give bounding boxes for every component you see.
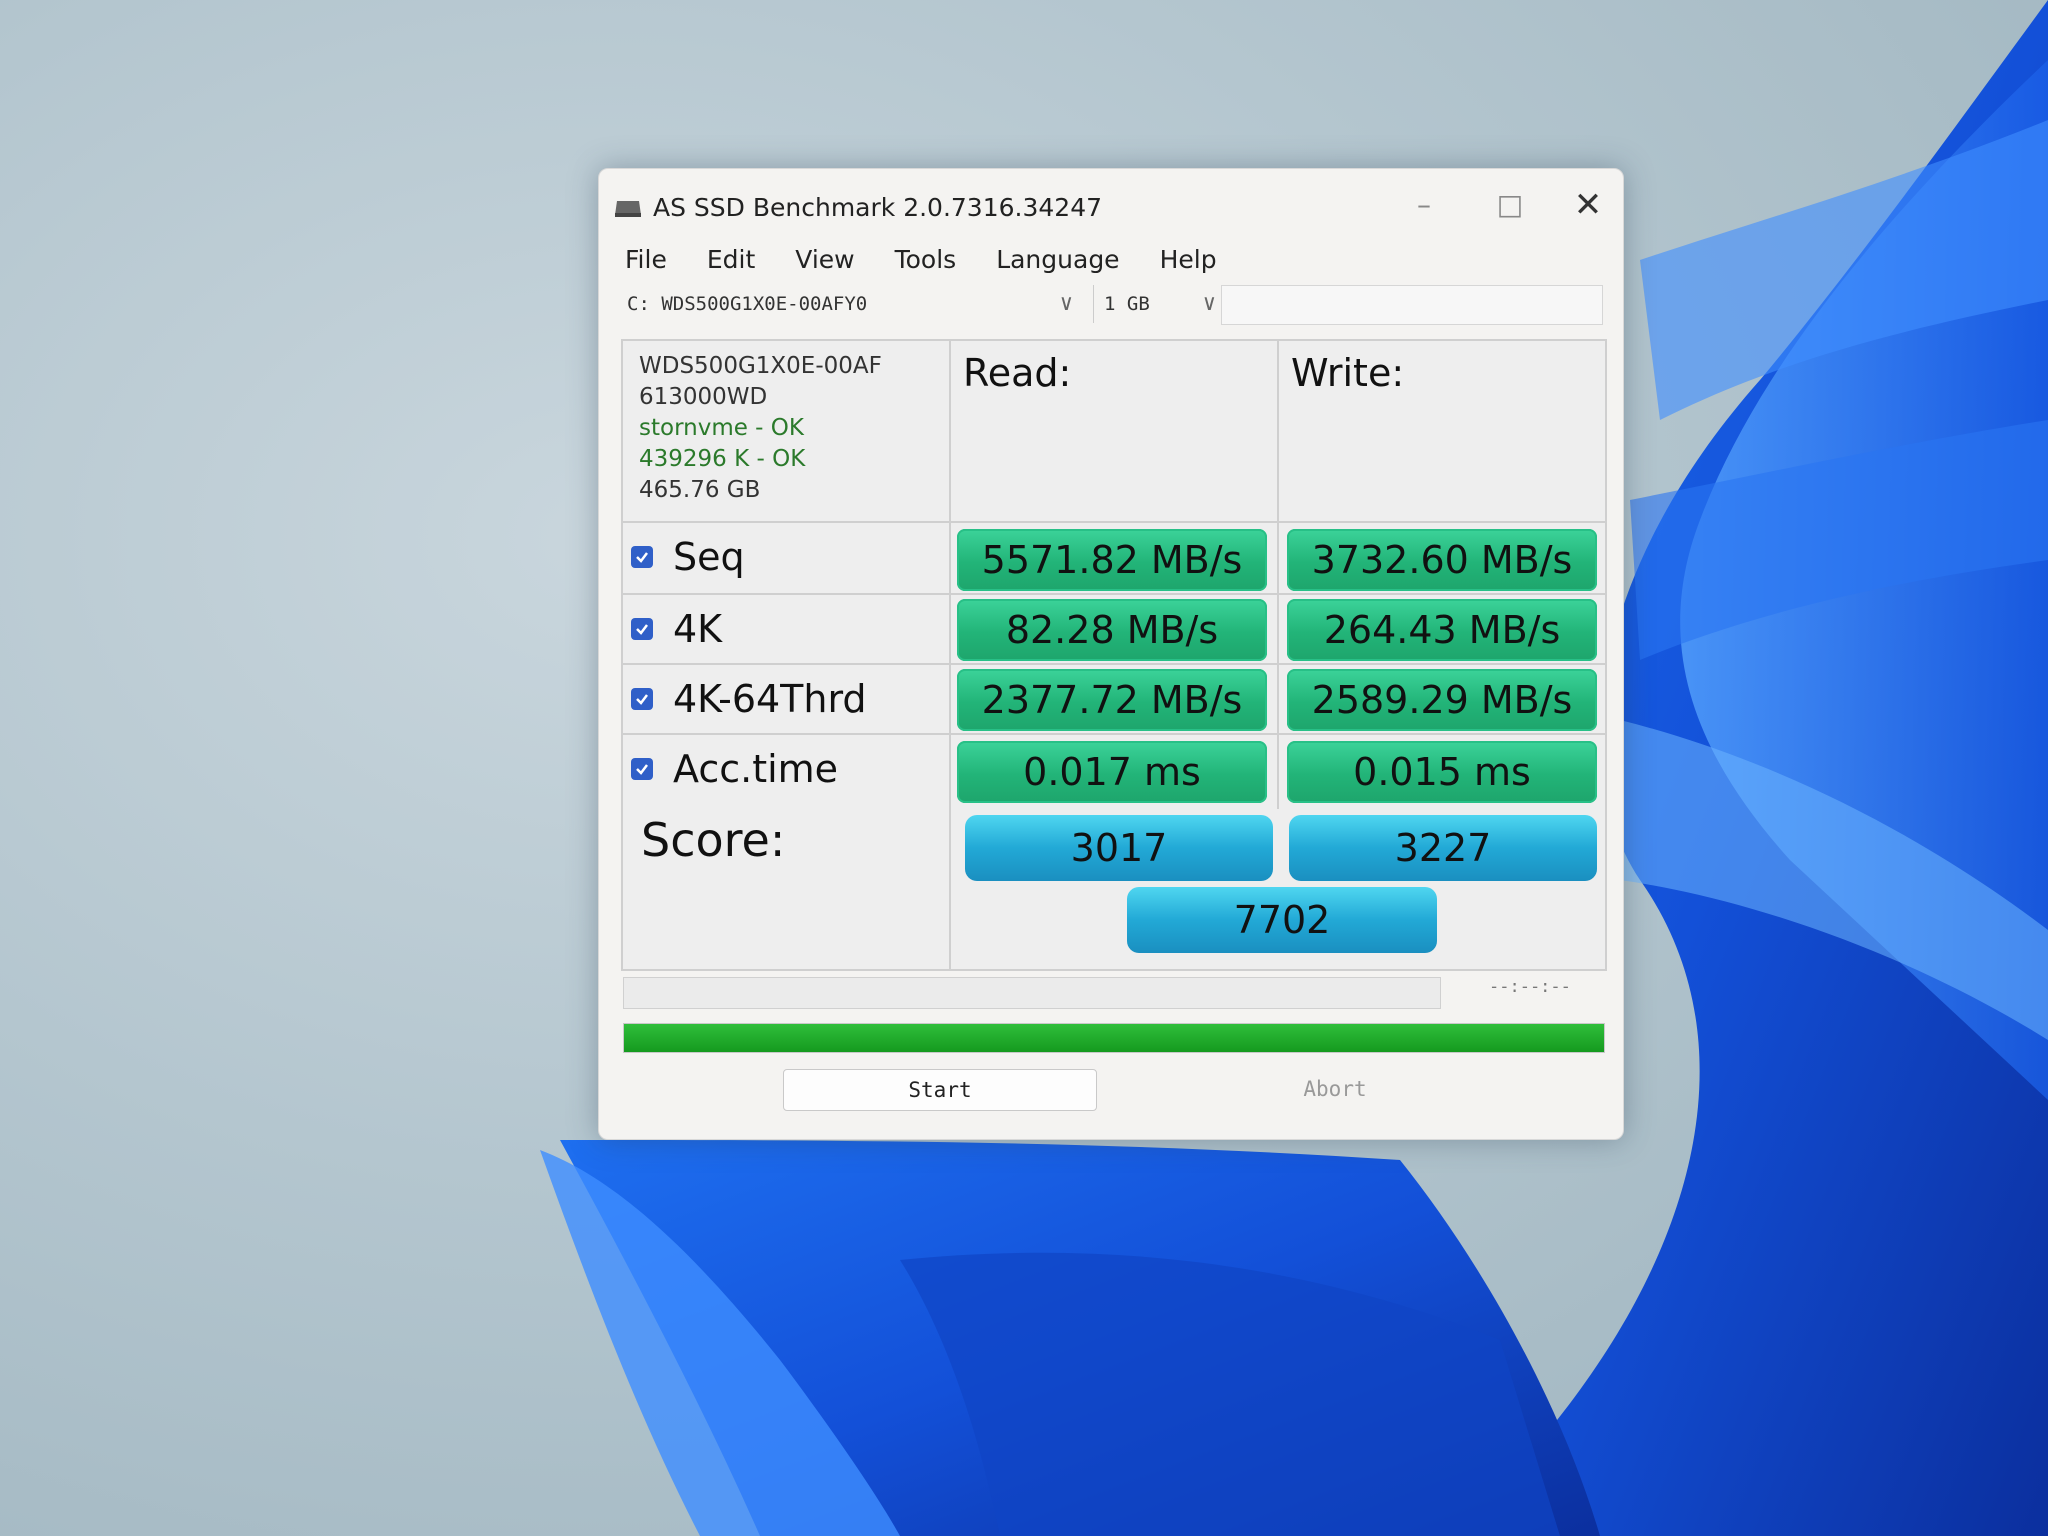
read-score: 3017 [965, 815, 1273, 881]
test-row-seq: Seq [631, 527, 745, 587]
write-score: 3227 [1289, 815, 1597, 881]
grid-divider [1277, 341, 1279, 811]
elapsed-time: --:--:-- [1489, 977, 1571, 997]
drive-model: WDS500G1X0E-00AF [639, 353, 882, 379]
seq-read-value: 5571.82 MB/s [957, 529, 1267, 591]
check-icon [636, 764, 648, 775]
drive-select[interactable]: C: WDS500G1X0E-00AFY0 ∨ [623, 285, 1087, 323]
drive-info: WDS500G1X0E-00AF 613000WD stornvme - OK … [639, 351, 882, 506]
grid-divider [623, 593, 1605, 595]
4k-label: 4K [673, 607, 723, 651]
hard-drive-icon [615, 201, 641, 217]
seq-checkbox[interactable] [631, 546, 653, 568]
selector-row: C: WDS500G1X0E-00AFY0 ∨ 1 GB ∨ [623, 285, 1603, 325]
grid-divider [949, 809, 951, 969]
4k-64thrd-write-value: 2589.29 MB/s [1287, 669, 1597, 731]
menu-tools[interactable]: Tools [895, 245, 979, 285]
menu-view[interactable]: View [795, 245, 876, 285]
check-icon [636, 552, 648, 563]
menu-file[interactable]: File [625, 245, 689, 285]
menu-edit[interactable]: Edit [707, 245, 777, 285]
chevron-down-icon: ∨ [1059, 291, 1073, 316]
status-box [1221, 285, 1603, 325]
acc-time-read-value: 0.017 ms [957, 741, 1267, 803]
score-panel: Score: 3017 3227 7702 [621, 809, 1607, 971]
minimize-button[interactable]: – [1389, 183, 1459, 227]
grid-divider [949, 341, 951, 811]
grid-divider [623, 521, 1605, 523]
seq-write-value: 3732.60 MB/s [1287, 529, 1597, 591]
overall-progress-bar [623, 1023, 1605, 1053]
drive-firmware: 613000WD [639, 384, 768, 410]
close-button[interactable]: ✕ [1553, 183, 1623, 227]
score-label: Score: [641, 813, 786, 867]
total-score: 7702 [1127, 887, 1437, 953]
abort-button[interactable]: Abort [1179, 1069, 1491, 1109]
progress-fill [624, 1024, 1604, 1052]
acc-time-label: Acc.time [673, 747, 839, 791]
check-icon [636, 624, 648, 635]
drive-driver-status: stornvme - OK [639, 415, 804, 441]
4k-64thrd-read-value: 2377.72 MB/s [957, 669, 1267, 731]
test-size-value: 1 GB [1104, 293, 1150, 315]
test-row-4k: 4K [631, 599, 722, 659]
grid-divider [623, 733, 1605, 735]
menu-language[interactable]: Language [996, 245, 1141, 285]
window-title: AS SSD Benchmark 2.0.7316.34247 [653, 193, 1102, 222]
check-icon [636, 694, 648, 705]
4k-write-value: 264.43 MB/s [1287, 599, 1597, 661]
4k-checkbox[interactable] [631, 618, 653, 640]
as-ssd-window: AS SSD Benchmark 2.0.7316.34247 – □ ✕ Fi… [598, 168, 1624, 1140]
4k-64thrd-label: 4K-64Thrd [673, 677, 867, 721]
test-row-4k-64thrd: 4K-64Thrd [631, 669, 867, 729]
start-button[interactable]: Start [783, 1069, 1097, 1111]
test-row-acc-time: Acc.time [631, 739, 838, 799]
test-size-select[interactable]: 1 GB ∨ [1093, 285, 1222, 323]
menu-bar: File Edit View Tools Language Help [625, 245, 1257, 285]
drive-select-value: C: WDS500G1X0E-00AFY0 [627, 293, 868, 315]
4k-read-value: 82.28 MB/s [957, 599, 1267, 661]
write-header: Write: [1291, 351, 1405, 395]
seq-label: Seq [673, 535, 745, 579]
title-bar[interactable]: AS SSD Benchmark 2.0.7316.34247 – □ ✕ [599, 169, 1623, 239]
drive-capacity: 465.76 GB [639, 477, 761, 503]
drive-alignment-status: 439296 K - OK [639, 446, 806, 472]
grid-divider [623, 663, 1605, 665]
read-header: Read: [963, 351, 1072, 395]
chevron-down-icon: ∨ [1202, 291, 1216, 316]
menu-help[interactable]: Help [1160, 245, 1239, 285]
maximize-button[interactable]: □ [1475, 183, 1545, 227]
acc-time-write-value: 0.015 ms [1287, 741, 1597, 803]
acc-time-checkbox[interactable] [631, 758, 653, 780]
4k-64thrd-checkbox[interactable] [631, 688, 653, 710]
results-grid: WDS500G1X0E-00AF 613000WD stornvme - OK … [621, 339, 1607, 813]
test-progress-track [623, 977, 1441, 1009]
